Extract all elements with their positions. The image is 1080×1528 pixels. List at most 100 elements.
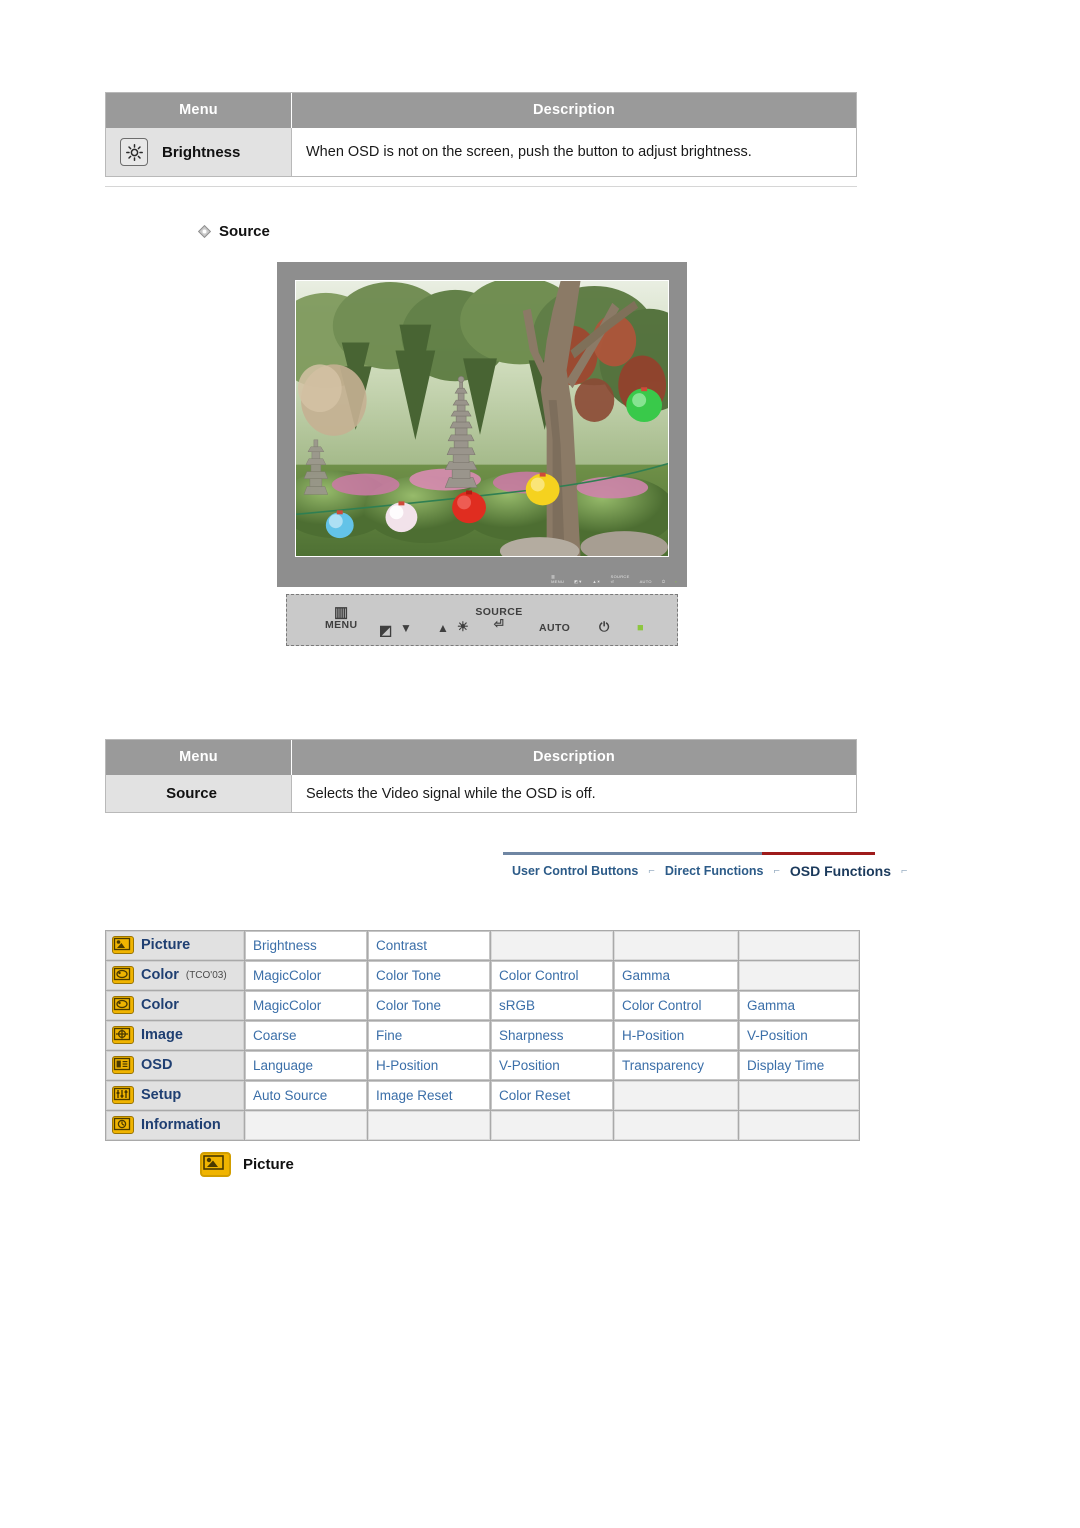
monitor-bezel-labels: ▥ MENU ◩▼ ▲☀ SOURCE ⏎ AUTO ⏻ ▪ <box>551 574 677 584</box>
down-button[interactable]: ▼ <box>400 621 413 636</box>
brightness-menu-table: Menu Description Brightness When OSD is … <box>105 92 857 177</box>
header-menu: Menu <box>106 740 292 775</box>
magiccolor-icon: ◩ <box>379 622 393 638</box>
brightness-sun-icon: ☀ <box>457 619 470 634</box>
table-row: Brightness When OSD is not on the screen… <box>106 128 856 176</box>
bezel-label-up: ▲☀ <box>592 579 601 584</box>
menu-bars-icon: ▥ <box>333 604 349 621</box>
osd-item[interactable]: Brightness <box>245 931 367 960</box>
osd-item[interactable]: Auto Source <box>245 1081 367 1110</box>
osd-item-empty <box>739 931 859 960</box>
osd-item-empty <box>739 1111 859 1140</box>
table-row: Setup Auto Source Image Reset Color Rese… <box>106 1081 859 1110</box>
brightness-sun-icon <box>120 138 148 166</box>
osd-functions-table: Picture Brightness Contrast Color (TCO'0… <box>105 930 860 1141</box>
nav-separator: ⌐ <box>773 865 780 877</box>
section-divider <box>105 186 857 187</box>
osd-item-empty <box>245 1111 367 1140</box>
osd-item[interactable]: Gamma <box>739 991 859 1020</box>
picture-icon <box>112 936 134 954</box>
osd-item[interactable]: Transparency <box>614 1051 738 1080</box>
nav-top-rule <box>503 852 875 855</box>
osd-item-empty <box>491 931 613 960</box>
setup-icon <box>112 1086 134 1104</box>
section-nav: User Control Buttons ⌐ Direct Functions … <box>503 852 907 879</box>
monitor-screen-image <box>295 280 669 557</box>
osd-item[interactable]: Gamma <box>614 961 738 990</box>
source-heading-label: Source <box>219 223 270 240</box>
osd-item[interactable]: V-Position <box>739 1021 859 1050</box>
color-icon <box>112 996 134 1014</box>
brightness-button[interactable]: ☀ <box>457 619 470 635</box>
osd-item[interactable]: Color Reset <box>491 1081 613 1110</box>
osd-category-label: Setup <box>141 1087 182 1103</box>
bezel-label-source: SOURCE ⏎ <box>610 574 630 584</box>
picture-icon <box>200 1152 231 1177</box>
osd-item[interactable]: Contrast <box>368 931 490 960</box>
bullet-diamond-icon <box>197 224 212 239</box>
osd-category-image[interactable]: Image <box>106 1021 244 1050</box>
osd-item[interactable]: Fine <box>368 1021 490 1050</box>
osd-category-label: Picture <box>141 937 191 953</box>
osd-item-empty <box>614 1081 738 1110</box>
osd-category-picture[interactable]: Picture <box>106 931 244 960</box>
nav-link-direct-functions[interactable]: Direct Functions <box>656 864 773 878</box>
up-button[interactable]: ▲ <box>437 621 449 636</box>
osd-item[interactable]: MagicColor <box>245 961 367 990</box>
monitor-figure: ▥ MENU ◩▼ ▲☀ SOURCE ⏎ AUTO ⏻ ▪ <box>277 262 687 587</box>
osd-category-setup[interactable]: Setup <box>106 1081 244 1110</box>
source-button[interactable]: SOURCE ⏎ <box>469 606 529 632</box>
osd-category-label: Color <box>141 967 179 983</box>
osd-category-osd[interactable]: OSD <box>106 1051 244 1080</box>
osd-item-empty <box>491 1111 613 1140</box>
osd-item[interactable]: Color Tone <box>368 961 490 990</box>
osd-item[interactable]: V-Position <box>491 1051 613 1080</box>
osd-item[interactable]: Coarse <box>245 1021 367 1050</box>
header-description: Description <box>292 93 856 128</box>
osd-item[interactable]: Sharpness <box>491 1021 613 1050</box>
down-arrow-icon: ▼ <box>400 621 413 635</box>
table-row: Image Coarse Fine Sharpness H-Position V… <box>106 1021 859 1050</box>
osd-category-color-tco[interactable]: Color (TCO'03) <box>106 961 244 990</box>
osd-item[interactable]: sRGB <box>491 991 613 1020</box>
osd-category-label: Color <box>141 997 179 1013</box>
nav-link-osd-functions[interactable]: OSD Functions <box>781 863 900 879</box>
osd-item[interactable]: Image Reset <box>368 1081 490 1110</box>
osd-item[interactable]: Color Control <box>491 961 613 990</box>
osd-item-empty <box>368 1111 490 1140</box>
osd-item[interactable]: H-Position <box>614 1021 738 1050</box>
power-button[interactable]: ⏻ <box>599 619 610 635</box>
header-description: Description <box>292 740 856 775</box>
osd-item[interactable]: Color Tone <box>368 991 490 1020</box>
osd-category-information[interactable]: Information <box>106 1111 244 1140</box>
osd-category-label: Information <box>141 1117 221 1133</box>
osd-item[interactable]: H-Position <box>368 1051 490 1080</box>
information-icon <box>112 1116 134 1134</box>
table-row: Source Selects the Video signal while th… <box>106 775 856 812</box>
magiccolor-down-button[interactable]: ◩ <box>379 622 393 638</box>
osd-category-color[interactable]: Color <box>106 991 244 1020</box>
header-menu: Menu <box>106 93 292 128</box>
power-icon: ⏻ <box>599 619 610 634</box>
menu-button[interactable]: ▥ MENU <box>325 604 358 631</box>
osd-item[interactable]: MagicColor <box>245 991 367 1020</box>
source-section-heading: Source <box>197 223 270 240</box>
table-row: OSD Language H-Position V-Position Trans… <box>106 1051 859 1080</box>
osd-item-empty <box>739 961 859 990</box>
osd-item[interactable]: Color Control <box>614 991 738 1020</box>
osd-item[interactable]: Language <box>245 1051 367 1080</box>
osd-category-label: OSD <box>141 1057 173 1073</box>
picture-subsection-heading: Picture <box>200 1152 294 1177</box>
color-icon <box>112 966 134 984</box>
osd-item-empty <box>614 1111 738 1140</box>
osd-item[interactable]: Display Time <box>739 1051 859 1080</box>
brightness-description: When OSD is not on the screen, push the … <box>292 128 856 176</box>
auto-button[interactable]: AUTO <box>539 622 570 634</box>
brightness-menu-cell: Brightness <box>106 128 292 176</box>
nav-link-user-control-buttons[interactable]: User Control Buttons <box>503 864 647 878</box>
osd-item-empty <box>739 1081 859 1110</box>
table-header-row: Menu Description <box>106 93 856 128</box>
enter-icon: ⏎ <box>493 617 505 632</box>
osd-table-body: Picture Brightness Contrast Color (TCO'0… <box>106 931 859 1140</box>
brightness-label: Brightness <box>162 143 241 161</box>
